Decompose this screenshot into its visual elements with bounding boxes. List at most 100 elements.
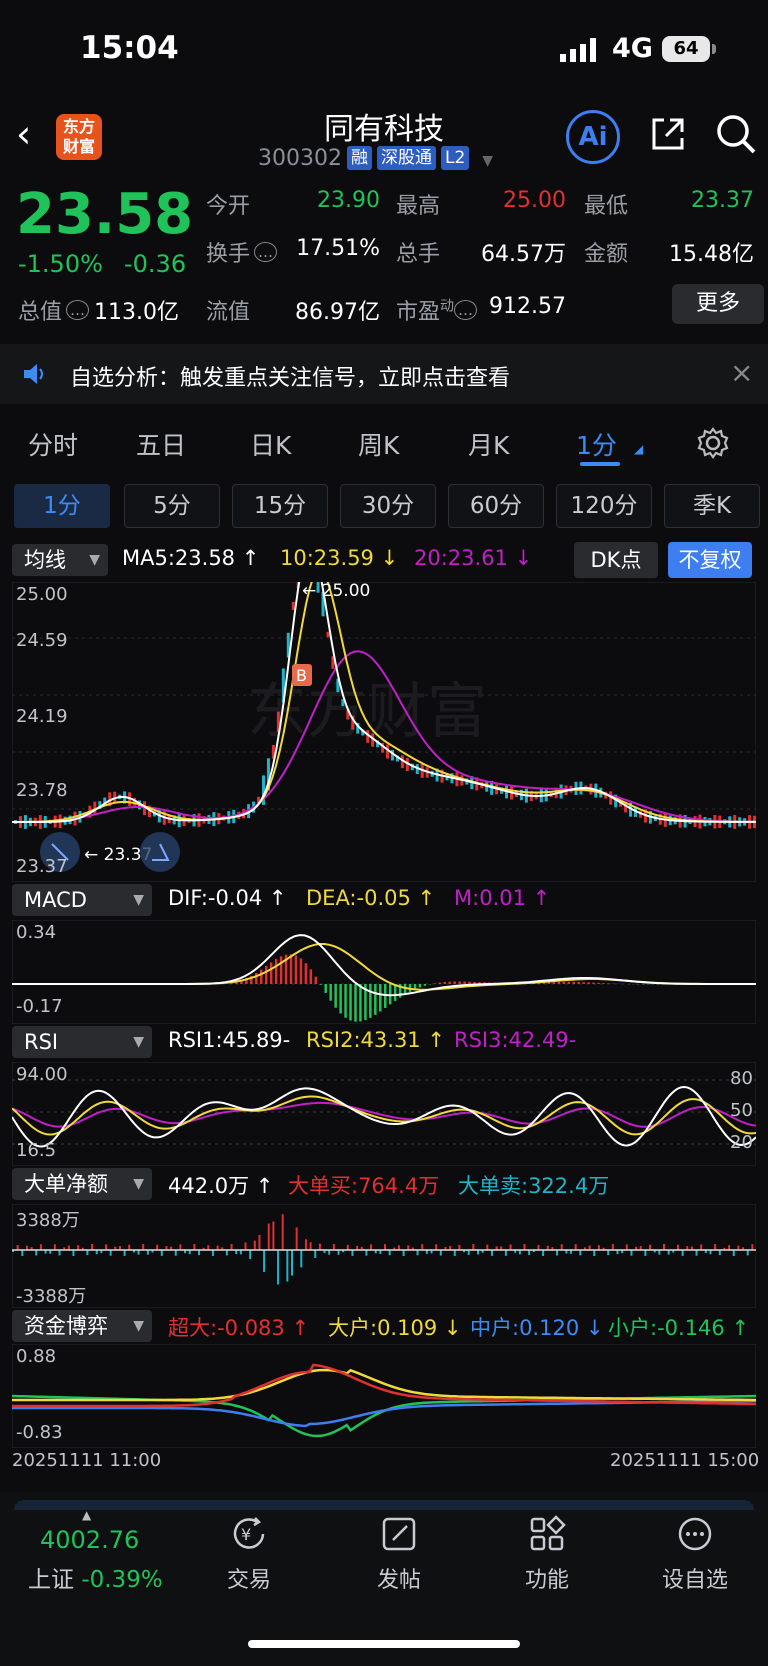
macd-bar (274, 959, 278, 984)
index-value[interactable]: 4002.76 (40, 1526, 139, 1554)
change-value: -0.36 (124, 250, 187, 278)
nav-post[interactable]: 发帖 (344, 1514, 454, 1594)
nav-trade[interactable]: ¥ 交易 (194, 1514, 304, 1594)
big-order-bar (537, 1244, 540, 1250)
big-order-bar (560, 1244, 563, 1250)
period-15min[interactable]: 15分 (232, 484, 328, 528)
big-order-bar (556, 1250, 559, 1256)
stock-code-row[interactable]: 300302 融深股通 L2 ▼ (258, 146, 493, 171)
info-icon[interactable]: … (254, 242, 278, 262)
big-order-indicator-select[interactable]: 大单净额 ▼ (12, 1168, 152, 1200)
fund-indicator-select[interactable]: 资金博弈 ▼ (12, 1310, 152, 1342)
tab-monthly-k[interactable]: 月K (468, 426, 509, 462)
big-order-bar (86, 1250, 89, 1256)
period-60min[interactable]: 60分 (448, 484, 544, 528)
period-30min[interactable]: 30分 (340, 484, 436, 528)
adjust-button[interactable]: 不复权 (668, 542, 752, 578)
turnover-label: 换手… (206, 236, 278, 268)
macd-indicator-row: MACD ▼ DIF:-0.04 ↑ DEA:-0.05 ↑ M:0.01 ↑ (0, 882, 768, 918)
rsi-indicator-select[interactable]: RSI ▼ (12, 1026, 152, 1058)
period-quarter-k[interactable]: 季K (664, 484, 760, 528)
big-order-bar (300, 1250, 303, 1268)
home-indicator (248, 1640, 520, 1648)
search-icon[interactable] (714, 112, 758, 156)
macd-bar (369, 984, 372, 1018)
y-label-4: 23.78 (16, 780, 68, 801)
chevron-up-icon[interactable]: ▲ (82, 1508, 91, 1522)
network-type: 4G (612, 33, 653, 64)
macd-bar (304, 963, 308, 984)
period-1min[interactable]: 1分 (14, 484, 110, 528)
big-order-bar (304, 1239, 307, 1250)
macd-bar (374, 984, 377, 1015)
macd-y-low: -0.17 (16, 996, 63, 1017)
macd-bar (354, 984, 357, 1022)
big-order-bar (453, 1250, 456, 1256)
volume-value: 64.57万 (481, 242, 566, 267)
big-order-bar (272, 1221, 275, 1250)
dk-point-button[interactable]: DK点 (574, 542, 658, 578)
big-order-bar (179, 1244, 182, 1250)
high-label: 最高 (396, 194, 441, 219)
nav-function[interactable]: 功能 (492, 1514, 602, 1594)
big-order-bar (458, 1244, 461, 1250)
macd-bar (463, 981, 466, 984)
info-icon[interactable]: … (454, 300, 478, 320)
big-order-bar (72, 1250, 75, 1256)
notice-bar[interactable]: 自选分析：触发重点关注信号，立即点击查看 × (0, 344, 768, 404)
big-order-bar (732, 1250, 735, 1256)
ai-button[interactable]: Ai (566, 110, 620, 164)
big-order-bar (370, 1244, 373, 1250)
share-icon[interactable] (648, 114, 688, 154)
fund-chart[interactable] (12, 1344, 756, 1448)
big-order-bar (309, 1242, 312, 1250)
macd-bar (260, 969, 263, 984)
macd-bar (339, 984, 342, 1014)
fund-mid: 中户:0.120 ↓ (470, 1316, 604, 1340)
tab-weekly-k[interactable]: 周K (358, 426, 399, 462)
fund-super: 超大:-0.083 ↑ (168, 1316, 310, 1340)
rsi-right-80: 80 (730, 1068, 753, 1089)
macd-indicator-select[interactable]: MACD ▼ (12, 884, 152, 916)
buy-marker: B (296, 666, 307, 685)
candle (291, 601, 295, 610)
big-order-bar (58, 1250, 61, 1256)
macd-bar (572, 981, 575, 984)
gear-icon[interactable] (696, 426, 730, 460)
kline-chart[interactable]: 东方财富 ← 25.00 ← 23.37 B (12, 582, 756, 882)
more-button[interactable]: 更多 (672, 284, 764, 324)
big-order-bar (314, 1250, 317, 1258)
battery-icon: 64 (662, 36, 710, 62)
big-order-bar (486, 1244, 489, 1250)
info-icon[interactable]: … (66, 300, 90, 320)
tab-corner-icon: ◢ (634, 442, 644, 456)
period-5min[interactable]: 5分 (124, 484, 220, 528)
tab-daily-k[interactable]: 日K (250, 426, 291, 462)
big-order-bar (198, 1250, 200, 1256)
tag-l2: L2 (440, 146, 470, 170)
macd-bar (299, 958, 303, 984)
macd-chart[interactable] (12, 920, 756, 1024)
macd-dea: DEA:-0.05 ↑ (306, 886, 436, 910)
macd-bar (433, 983, 437, 984)
index-name-row[interactable]: 上证 -0.39% (28, 1560, 163, 1594)
tab-five-day[interactable]: 五日 (136, 426, 186, 462)
rsi-chart[interactable] (12, 1062, 756, 1166)
tab-intraday[interactable]: 分时 (28, 426, 78, 462)
ma-indicator-select[interactable]: 均线 ▼ (12, 544, 108, 576)
tab-1min[interactable]: 1分 (576, 426, 617, 462)
big-order-bar (611, 1244, 614, 1250)
nav-add-watchlist[interactable]: 设自选 (640, 1514, 750, 1594)
big-order-bar (714, 1244, 717, 1250)
fund-small: 小户:-0.146 ↑ (608, 1316, 750, 1340)
big-order-chart[interactable] (12, 1204, 756, 1308)
big-order-bar (509, 1244, 512, 1250)
volume-label: 总手 (396, 242, 441, 267)
signal-icon (560, 38, 596, 62)
big-order-bar (542, 1250, 545, 1256)
period-120min[interactable]: 120分 (556, 484, 652, 528)
macd-y-high: 0.34 (16, 922, 57, 943)
close-icon[interactable]: × (730, 356, 753, 389)
macd-bar (264, 966, 268, 984)
macd-bar (468, 981, 471, 984)
